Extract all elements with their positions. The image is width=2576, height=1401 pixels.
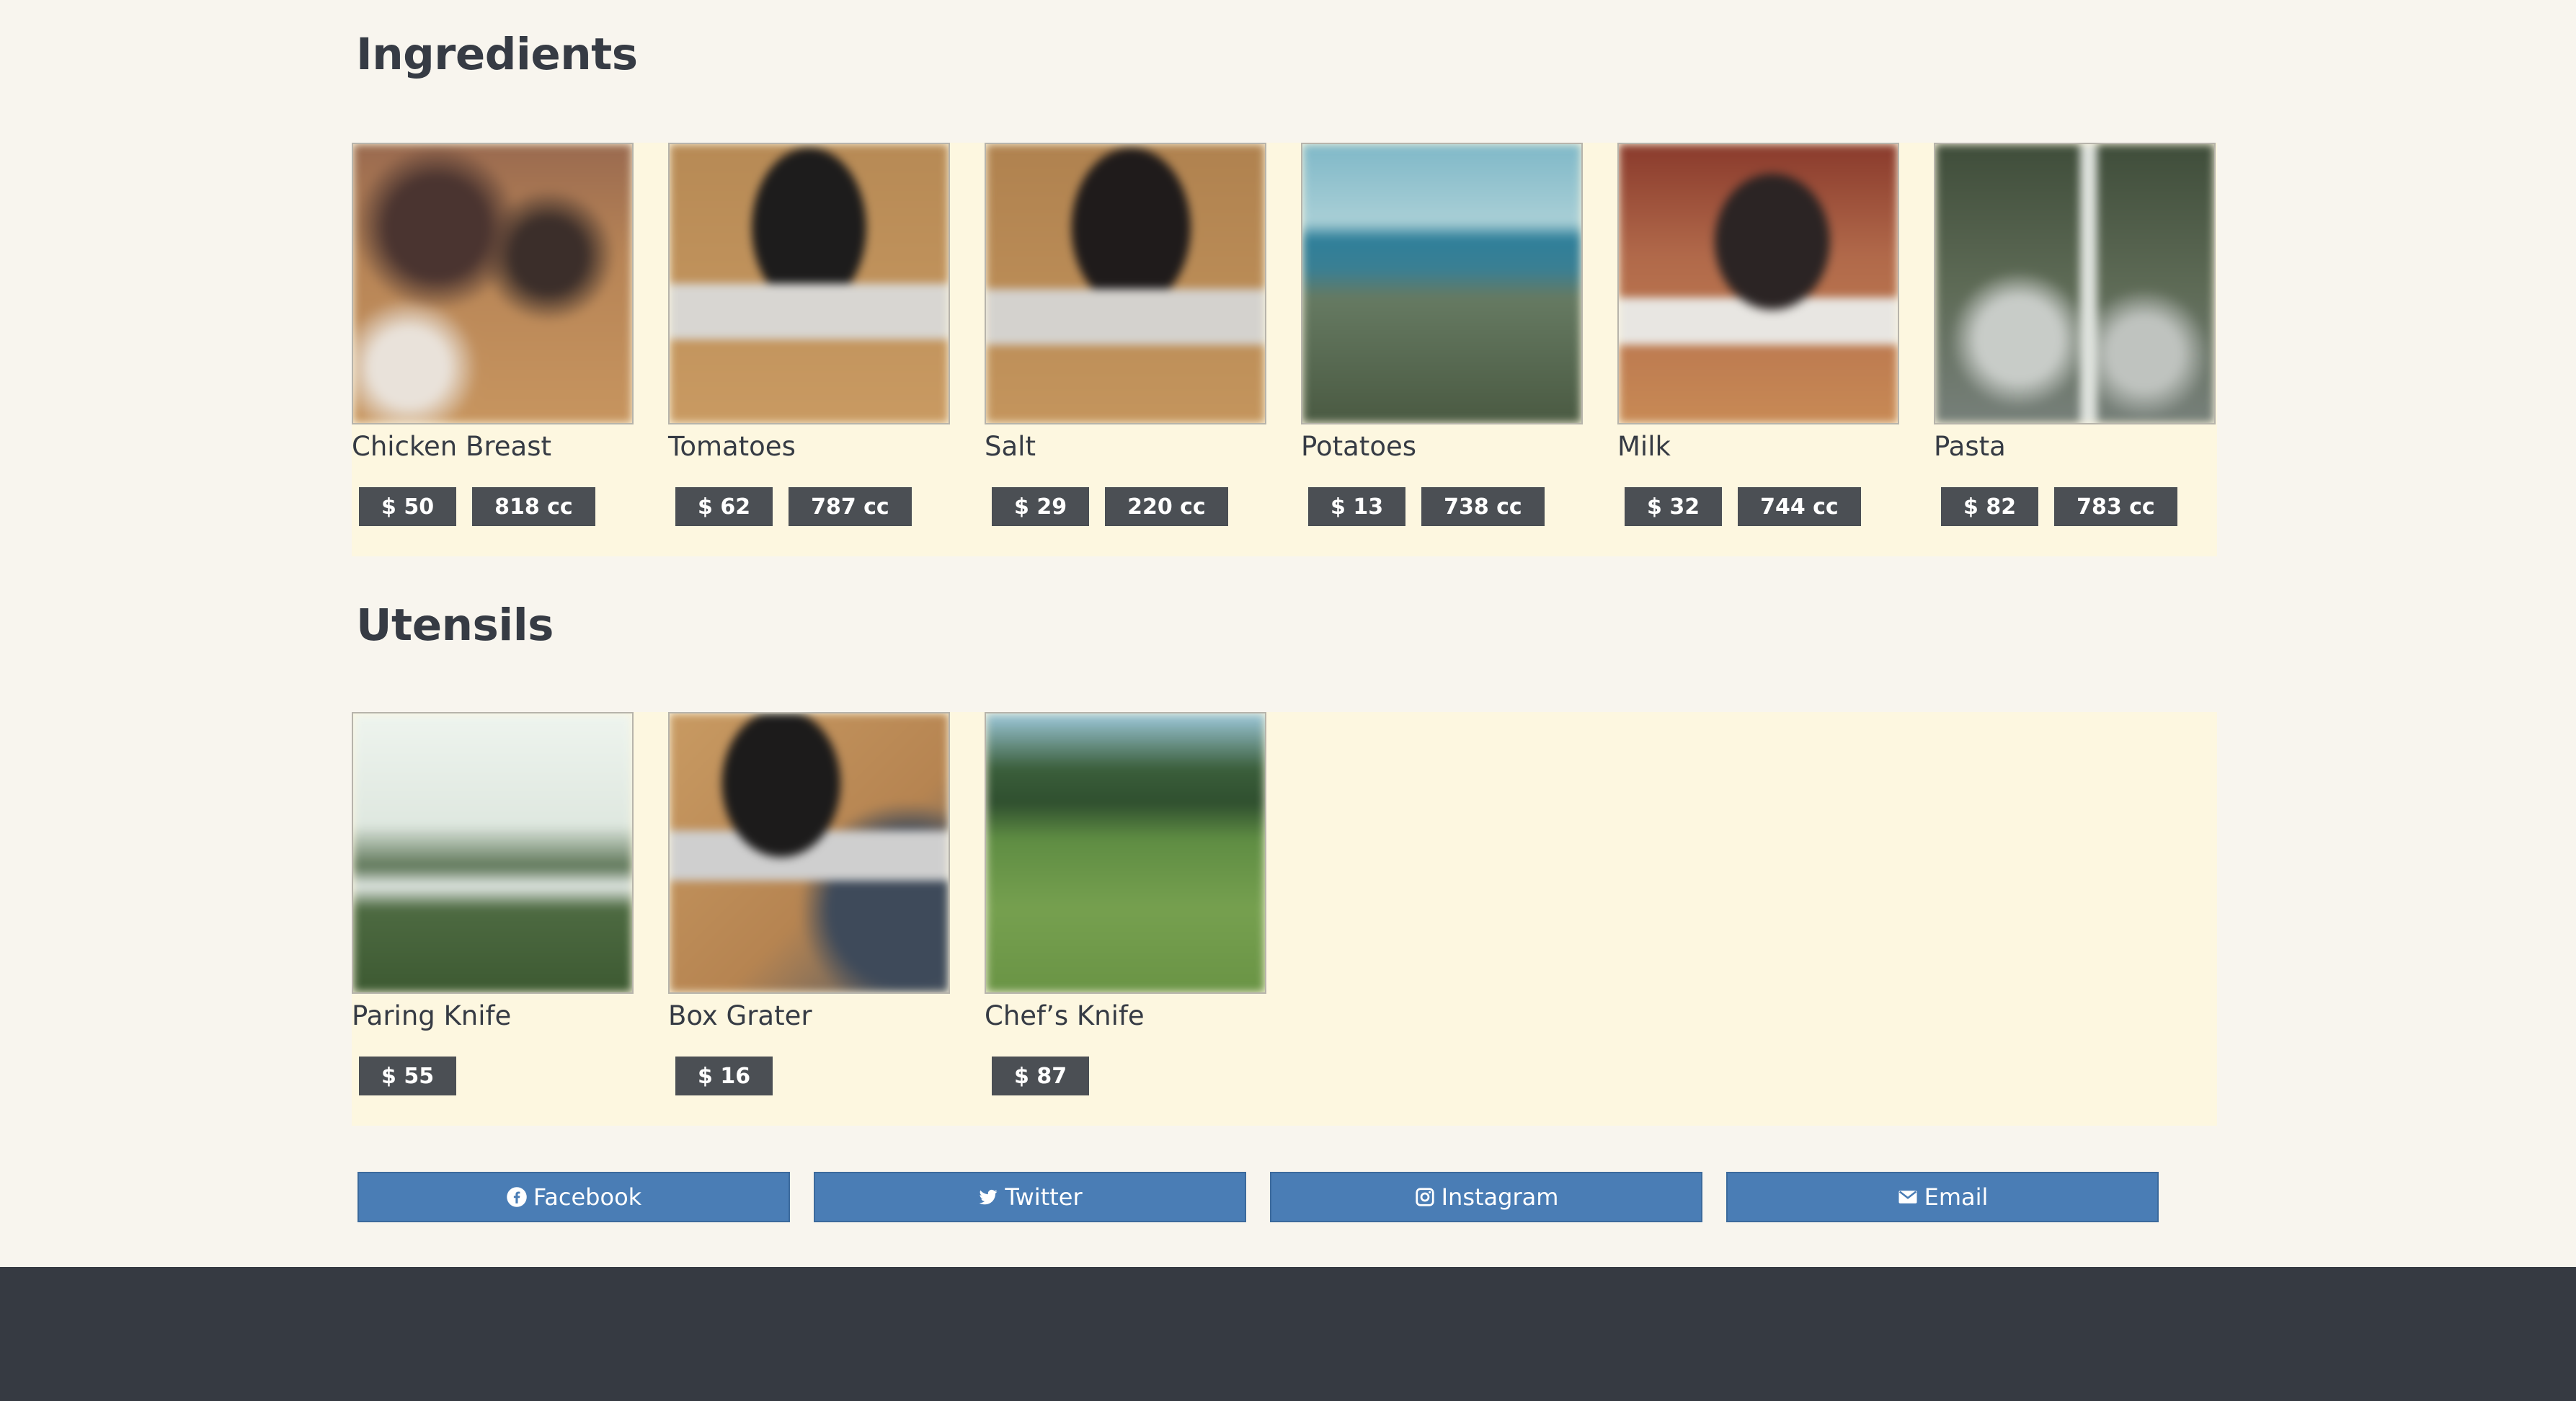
facebook-icon	[507, 1187, 527, 1207]
price-tag: $ 32	[1625, 487, 1723, 526]
ingredients-heading: Ingredients	[356, 29, 638, 80]
volume-tag: 744 cc	[1738, 487, 1861, 526]
ingredient-name: Chicken Breast	[352, 431, 551, 462]
share-buttons: Facebook Twitter Instagram Email	[357, 1172, 2159, 1222]
facebook-label: Facebook	[533, 1183, 642, 1211]
ingredient-image[interactable]	[985, 143, 1266, 424]
ingredient-card[interactable]: Tomatoes $ 62 787 cc	[668, 143, 950, 526]
price-tag: $ 87	[992, 1057, 1090, 1095]
footer	[0, 1267, 2576, 1401]
instagram-share-button[interactable]: Instagram	[1270, 1172, 1702, 1222]
ingredient-name: Potatoes	[1301, 431, 1416, 462]
email-share-button[interactable]: Email	[1726, 1172, 2159, 1222]
ingredient-image[interactable]	[1617, 143, 1899, 424]
instagram-icon	[1415, 1188, 1434, 1206]
price-tag: $ 82	[1941, 487, 2039, 526]
ingredient-card[interactable]: Salt $ 29 220 cc	[985, 143, 1266, 526]
price-tag: $ 13	[1308, 487, 1406, 526]
utensil-name: Box Grater	[668, 1000, 812, 1031]
instagram-label: Instagram	[1441, 1183, 1559, 1211]
utensil-card[interactable]: Chef’s Knife $ 87	[985, 712, 1266, 1095]
ingredient-name: Milk	[1617, 431, 1671, 462]
volume-tag: 787 cc	[789, 487, 912, 526]
volume-tag: 783 cc	[2054, 487, 2177, 526]
utensil-image[interactable]	[985, 712, 1266, 994]
email-icon	[1898, 1191, 1917, 1204]
ingredient-image[interactable]	[1934, 143, 2216, 424]
ingredient-image[interactable]	[668, 143, 950, 424]
utensils-grid: Paring Knife $ 55 Box Grater $ 16 Chef’s…	[352, 712, 2217, 1126]
volume-tag: 818 cc	[472, 487, 595, 526]
twitter-icon	[979, 1189, 998, 1205]
price-tag: $ 29	[992, 487, 1090, 526]
email-label: Email	[1924, 1183, 1989, 1211]
utensils-heading: Utensils	[356, 600, 554, 651]
utensil-card[interactable]: Paring Knife $ 55	[352, 712, 634, 1095]
utensil-image[interactable]	[668, 712, 950, 994]
twitter-label: Twitter	[1005, 1183, 1083, 1211]
utensil-name: Paring Knife	[352, 1000, 512, 1031]
ingredient-name: Salt	[985, 431, 1036, 462]
price-tag: $ 55	[359, 1057, 457, 1095]
ingredient-card[interactable]: Pasta $ 82 783 cc	[1934, 143, 2216, 526]
price-tag: $ 62	[675, 487, 773, 526]
twitter-share-button[interactable]: Twitter	[814, 1172, 1246, 1222]
ingredient-name: Pasta	[1934, 431, 2006, 462]
ingredient-image[interactable]	[1301, 143, 1583, 424]
utensil-image[interactable]	[352, 712, 634, 994]
ingredient-card[interactable]: Milk $ 32 744 cc	[1617, 143, 1899, 526]
price-tag: $ 50	[359, 487, 457, 526]
ingredient-card[interactable]: Potatoes $ 13 738 cc	[1301, 143, 1583, 526]
price-tag: $ 16	[675, 1057, 773, 1095]
utensil-card[interactable]: Box Grater $ 16	[668, 712, 950, 1095]
volume-tag: 220 cc	[1105, 487, 1228, 526]
volume-tag: 738 cc	[1421, 487, 1545, 526]
facebook-share-button[interactable]: Facebook	[357, 1172, 790, 1222]
page: Ingredients Chicken Breast $ 50 818 cc T…	[0, 0, 2576, 1401]
utensil-name: Chef’s Knife	[985, 1000, 1145, 1031]
ingredient-name: Tomatoes	[668, 431, 796, 462]
ingredient-image[interactable]	[352, 143, 634, 424]
ingredients-grid: Chicken Breast $ 50 818 cc Tomatoes $ 62…	[352, 143, 2217, 556]
ingredient-card[interactable]: Chicken Breast $ 50 818 cc	[352, 143, 634, 526]
